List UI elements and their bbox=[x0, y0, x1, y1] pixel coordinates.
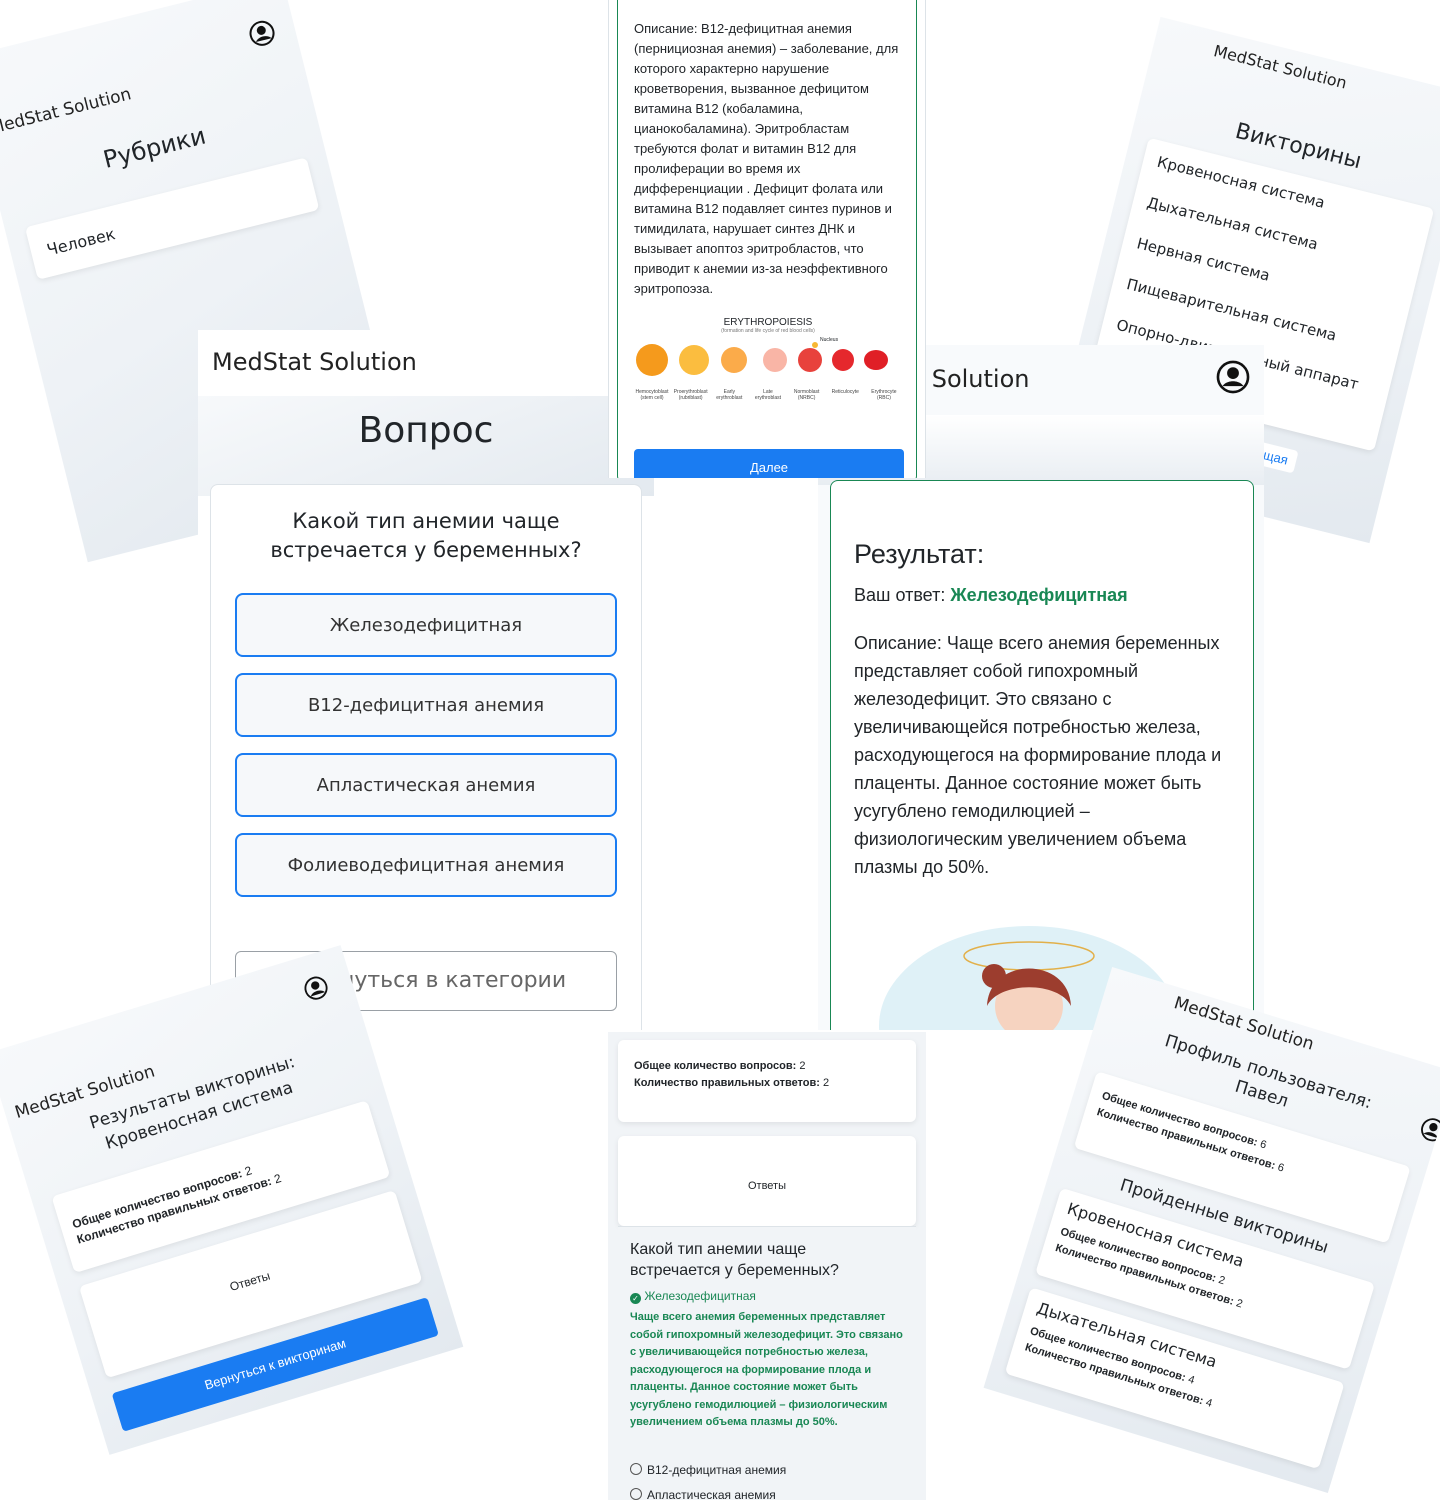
result-description: Описание: Чаще всего анемия беременных п… bbox=[854, 633, 1222, 877]
correct-option-label: Железодефицитная bbox=[644, 1289, 756, 1303]
answer-review: Какой тип анемии чаще встречается у бере… bbox=[618, 1226, 916, 1500]
question-page: MedStat Solution Вопрос Какой тип анемии… bbox=[198, 330, 654, 1030]
erythropoiesis-diagram: ERYTHROPOIESIS (formation and life cycle… bbox=[634, 317, 902, 417]
answer-button[interactable]: B12-дефицитная анемия bbox=[235, 673, 617, 737]
description-text: Описание: B12-дефицитная анемия (перници… bbox=[634, 21, 899, 296]
option-label: Апластическая анемия bbox=[647, 1488, 776, 1500]
nucleus-label: Nucleus bbox=[820, 337, 839, 343]
correct-value: 2 bbox=[823, 1077, 830, 1089]
next-button[interactable]: Далее bbox=[634, 449, 904, 478]
review-option: B12-дефицитная анемия bbox=[630, 1463, 786, 1477]
description-page: Описание: B12-дефицитная анемия (перници… bbox=[608, 0, 926, 478]
your-answer-value: Железодефицитная bbox=[950, 585, 1128, 605]
review-correct-option: ✓ Железодефицитная bbox=[630, 1289, 756, 1304]
total-value: 6 bbox=[1258, 1138, 1268, 1152]
answers-tab-label: Ответы bbox=[747, 1180, 786, 1192]
correct-value: 2 bbox=[1234, 1297, 1245, 1311]
review-option: Апластическая анемия bbox=[630, 1488, 776, 1500]
option-label: B12-дефицитная анемия bbox=[647, 1463, 787, 1477]
brand-logo: MedStat Solution bbox=[0, 84, 134, 139]
cell-label: Late erythroblast bbox=[754, 389, 782, 401]
cell-label: Reticulocyte bbox=[831, 389, 859, 395]
cell-label: Erythrocyte (RBC) bbox=[871, 389, 897, 401]
correct-value: 4 bbox=[1204, 1396, 1214, 1410]
answers-summary: Общее количество вопросов: 2 Количество … bbox=[618, 1040, 916, 1122]
total-value: 2 bbox=[1216, 1274, 1227, 1288]
total-value: 2 bbox=[242, 1163, 254, 1179]
your-answer: Ваш ответ: Железодефицитная bbox=[854, 585, 1128, 606]
your-answer-label: Ваш ответ: bbox=[854, 585, 946, 605]
cell-labels: Hemocytoblast (stem cell) Proerythroblas… bbox=[634, 389, 902, 401]
brand-logo-partial: : Solution bbox=[916, 365, 1030, 393]
question-panel: Какой тип анемии чаще встречается у бере… bbox=[210, 484, 642, 1030]
description-panel: Описание: B12-дефицитная анемия (перници… bbox=[617, 0, 917, 478]
review-question: Какой тип анемии чаще встречается у бере… bbox=[630, 1241, 839, 1279]
result-panel: Результат: Ваш ответ: Железодефицитная О… bbox=[830, 480, 1254, 1030]
check-circle-icon: ✓ bbox=[630, 1293, 641, 1304]
cell-label: Proerythroblast (rubriblast) bbox=[673, 389, 708, 401]
question-text: Какой тип анемии чаще встречается у бере… bbox=[270, 509, 582, 562]
correct-label: Количество правильных ответов: bbox=[634, 1077, 820, 1089]
page-title: Вопрос bbox=[358, 410, 494, 451]
user-circle-icon[interactable] bbox=[1216, 360, 1250, 394]
cell-label: Normoblast (NRBC) bbox=[793, 389, 820, 401]
correct-value: 2 bbox=[272, 1171, 283, 1187]
category-label: Человек bbox=[44, 224, 118, 260]
answer-button[interactable]: Апластическая анемия bbox=[235, 753, 617, 817]
correct-value: 6 bbox=[1276, 1161, 1286, 1175]
answer-button[interactable]: Железодефицитная bbox=[235, 593, 617, 657]
back-to-categories-label: рнуться в категории bbox=[326, 968, 567, 993]
user-circle-icon[interactable] bbox=[301, 973, 331, 1003]
total-label: Общее количество вопросов: bbox=[634, 1060, 797, 1072]
cell-label: Early erythroblast bbox=[716, 389, 743, 401]
radio-icon bbox=[630, 1488, 642, 1500]
result-title: Результат: bbox=[854, 539, 985, 569]
brand-logo: MedStat Solution bbox=[1211, 41, 1349, 93]
radio-icon bbox=[630, 1463, 642, 1475]
cell-label: Hemocytoblast (stem cell) bbox=[635, 389, 669, 401]
total-value: 4 bbox=[1186, 1373, 1196, 1387]
diagram-title: ERYTHROPOIESIS bbox=[723, 317, 813, 328]
review-explanation: Чаще всего анемия беременных представляе… bbox=[630, 1311, 903, 1428]
user-circle-icon[interactable] bbox=[246, 18, 278, 50]
brand-logo: MedStat Solution bbox=[212, 348, 417, 376]
answers-tab[interactable]: Ответы bbox=[618, 1136, 916, 1226]
quiz-item[interactable]: Нервная система bbox=[1135, 234, 1272, 284]
answer-button[interactable]: Фолиеводефицитная анемия bbox=[235, 833, 617, 897]
answers-page: Общее количество вопросов: 2 Количество … bbox=[608, 1032, 926, 1500]
total-value: 2 bbox=[799, 1060, 806, 1072]
profile-card: MedStat Solution Профиль пользователя: П… bbox=[983, 966, 1440, 1494]
